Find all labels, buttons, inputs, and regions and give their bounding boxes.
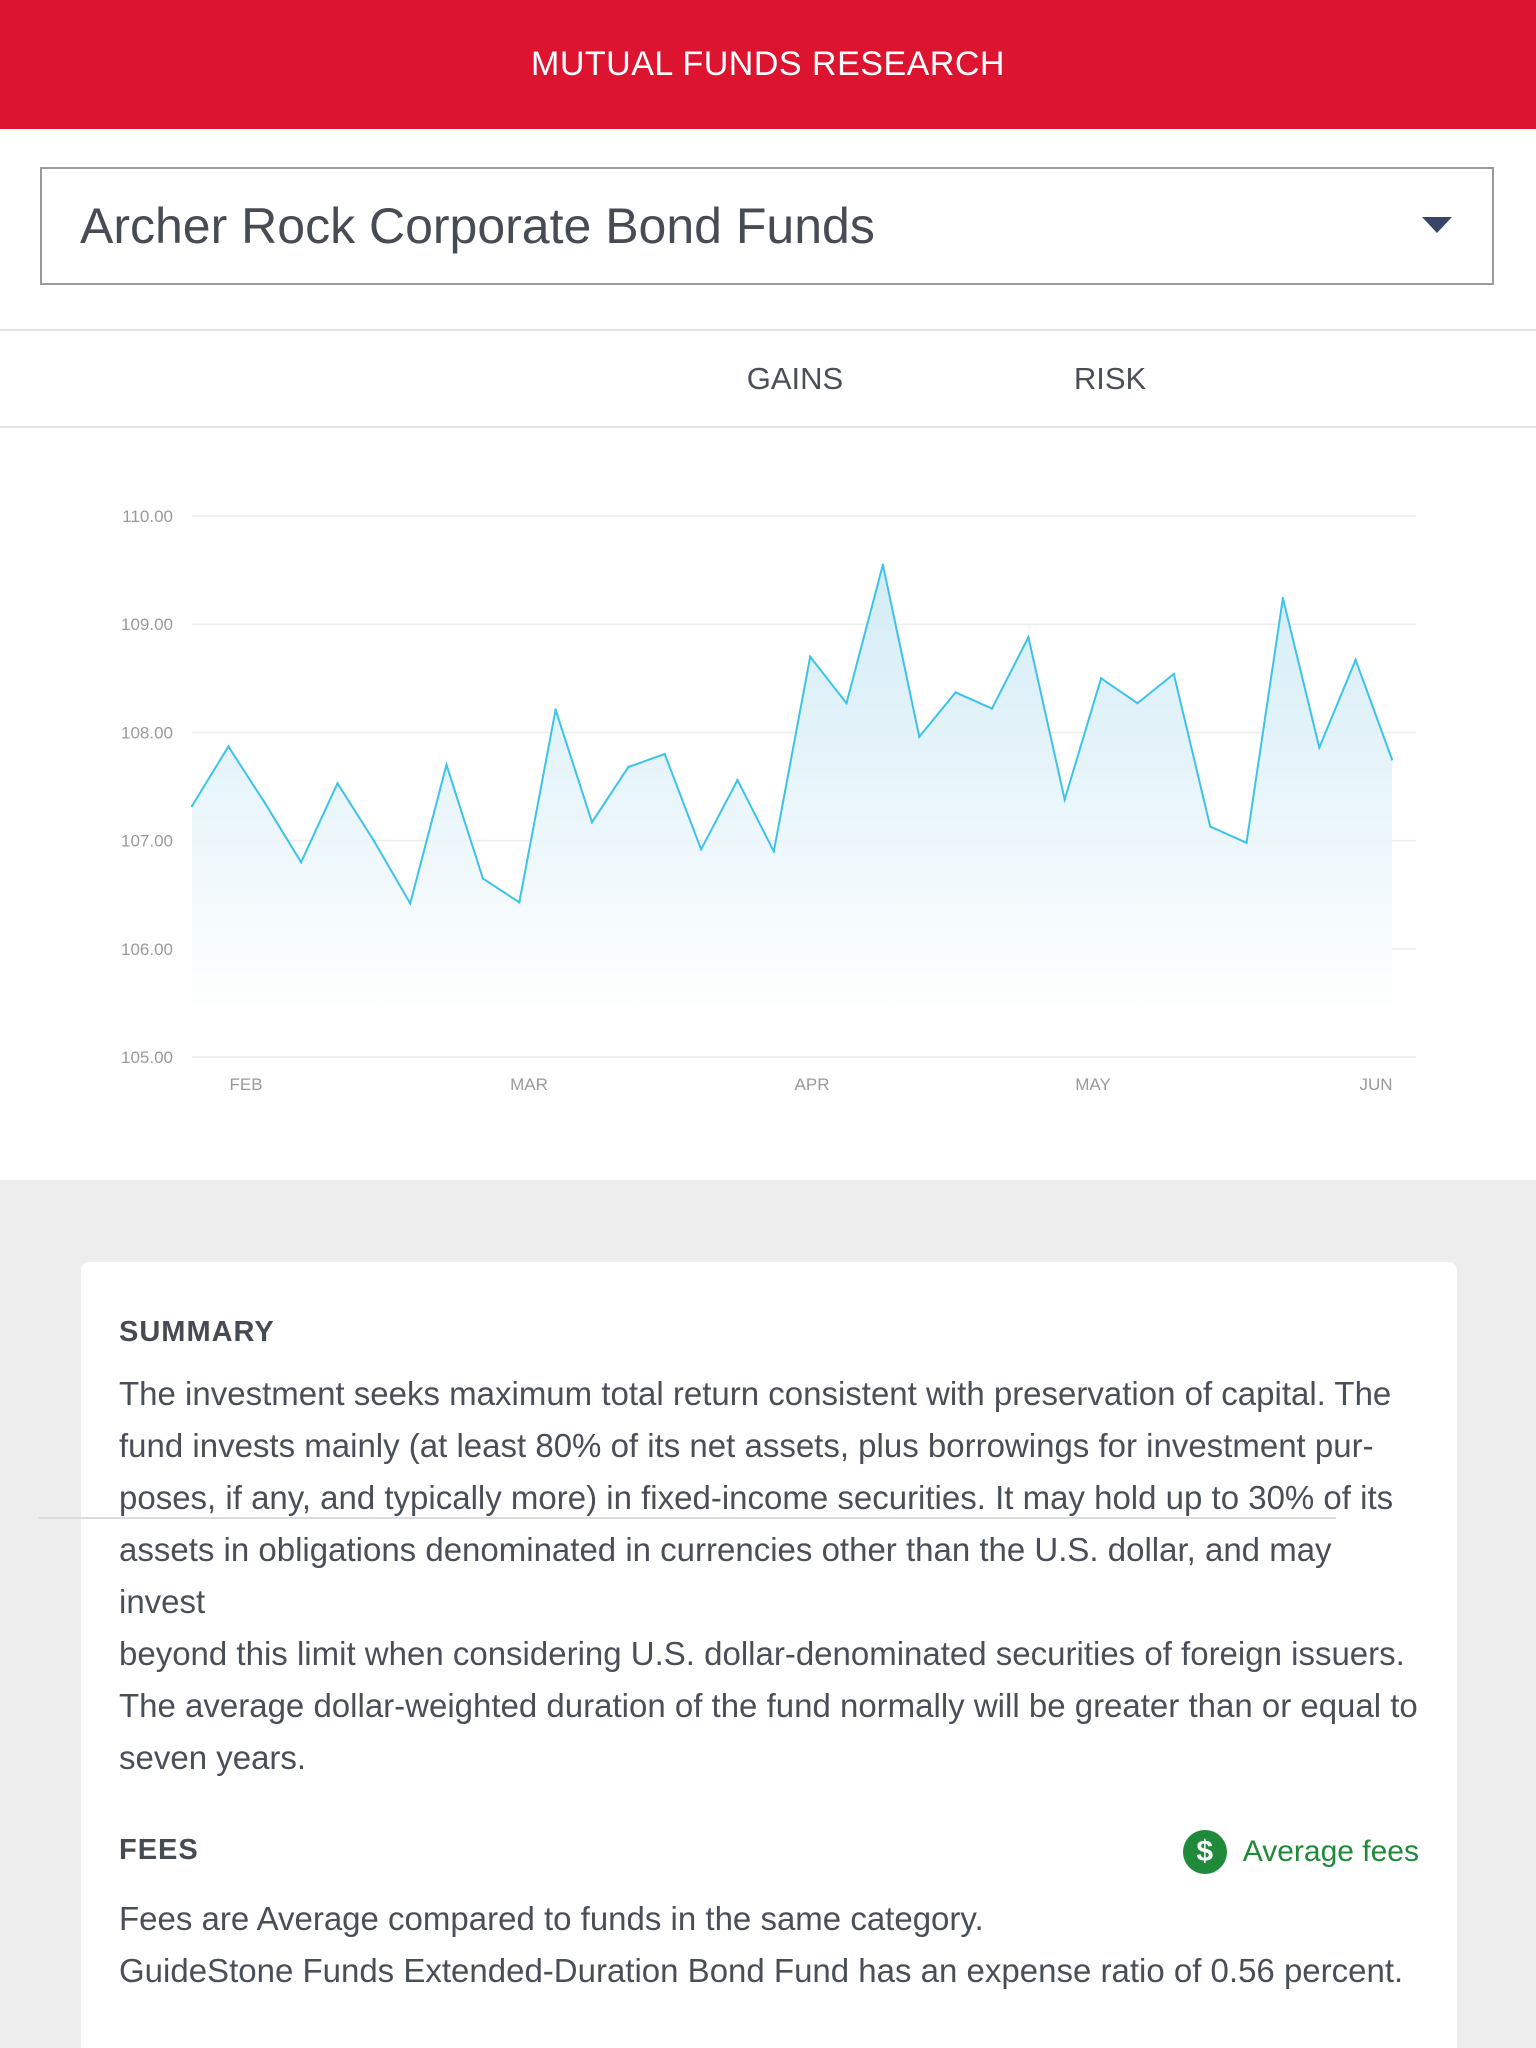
data-point [1318, 746, 1321, 749]
gains-chart: 110.00 109.00 108.00 107.00 106.00 105.00 FEB M… [0, 428, 1536, 1180]
fees-badge: $ Average fees [1182, 1830, 1419, 1874]
y-tick-label: 109.00 [121, 615, 173, 634]
y-tick-label: 107.00 [121, 832, 173, 851]
series-area-fill [192, 564, 1392, 1013]
data-point [263, 801, 266, 804]
data-point [518, 901, 521, 904]
data-point [954, 691, 957, 694]
data-point [809, 655, 812, 658]
chart-svg: 110.00 109.00 108.00 107.00 106.00 105.00 FEB M… [121, 507, 1416, 1094]
fees-description: Fees are Average compared to funds in th… [119, 1900, 984, 1937]
y-tick-label: 110.00 [122, 507, 173, 526]
data-point [227, 745, 230, 748]
fees-heading: FEES [119, 1834, 199, 1866]
page-title: MUTUAL FUNDS RESEARCH [531, 45, 1005, 83]
data-point [554, 708, 557, 711]
data-point [190, 804, 194, 808]
y-tick-label: 108.00 [121, 723, 173, 742]
data-point [1390, 758, 1394, 761]
summary-line: beyond this limit when considering U.S. … [119, 1635, 1405, 1672]
data-point [627, 765, 630, 769]
y-tick-label: 106.00 [121, 940, 173, 959]
summary-line: seven years. [119, 1739, 307, 1776]
data-point [845, 702, 848, 705]
data-point [1136, 702, 1139, 705]
data-point [699, 848, 703, 851]
data-point [918, 735, 921, 738]
summary-line: The investment seeks maximum total retur… [119, 1375, 1392, 1412]
app-header: MUTUAL FUNDS RESEARCH [0, 0, 1536, 129]
tab-bar: GAINS RISK [0, 331, 1536, 428]
data-point [445, 763, 448, 767]
section-divider [38, 1517, 1336, 1519]
data-point [481, 877, 485, 880]
data-point [1245, 841, 1248, 844]
fund-select-area: Archer Rock Corporate Bond Funds [0, 129, 1536, 331]
data-point [881, 563, 885, 566]
data-point [1281, 597, 1285, 600]
data-point [590, 821, 594, 824]
summary-text: The investment seeks maximum total retur… [119, 1368, 1419, 1784]
tab-risk[interactable]: RISK [1035, 331, 1185, 426]
data-point [1099, 677, 1103, 680]
data-point [1172, 672, 1176, 676]
dollar-icon: $ [1182, 1830, 1227, 1874]
summary-line: fund invests mainly (at least 80% of its… [119, 1427, 1374, 1464]
fees-badge-label: Average fees [1242, 1835, 1419, 1868]
summary-heading: SUMMARY [119, 1316, 275, 1348]
data-point [1063, 798, 1066, 801]
summary-line: assets in obligations denominated in cur… [119, 1531, 1332, 1620]
data-point [409, 902, 412, 905]
summary-line: The average dollar-weighted duration of … [119, 1687, 1418, 1724]
caret-down-icon[interactable] [1422, 217, 1452, 233]
fees-expense-ratio: GuideStone Funds Extended-Duration Bond … [119, 1952, 1404, 1989]
x-tick-label: APR [795, 1075, 830, 1094]
data-point [372, 839, 375, 842]
data-point [336, 782, 339, 785]
x-tick-label: JUN [1359, 1075, 1392, 1094]
y-tick-label: 105.00 [121, 1048, 173, 1067]
data-point [299, 861, 303, 864]
fund-select-dropdown[interactable]: Archer Rock Corporate Bond Funds [40, 167, 1494, 285]
x-tick-label: FEB [229, 1075, 262, 1094]
data-point [1209, 825, 1212, 828]
data-point [1027, 636, 1030, 639]
data-point [772, 850, 775, 853]
x-tick-label: MAR [510, 1075, 548, 1094]
data-point [1354, 658, 1357, 662]
x-tick-label: MAY [1075, 1075, 1111, 1094]
tab-gains[interactable]: GAINS [720, 331, 870, 426]
data-point [663, 752, 666, 756]
fund-select-value: Archer Rock Corporate Bond Funds [80, 198, 875, 254]
data-point [990, 707, 994, 710]
data-point [736, 778, 739, 782]
fund-details-card: SUMMARY The investment seeks maximum tot… [81, 1262, 1457, 2048]
